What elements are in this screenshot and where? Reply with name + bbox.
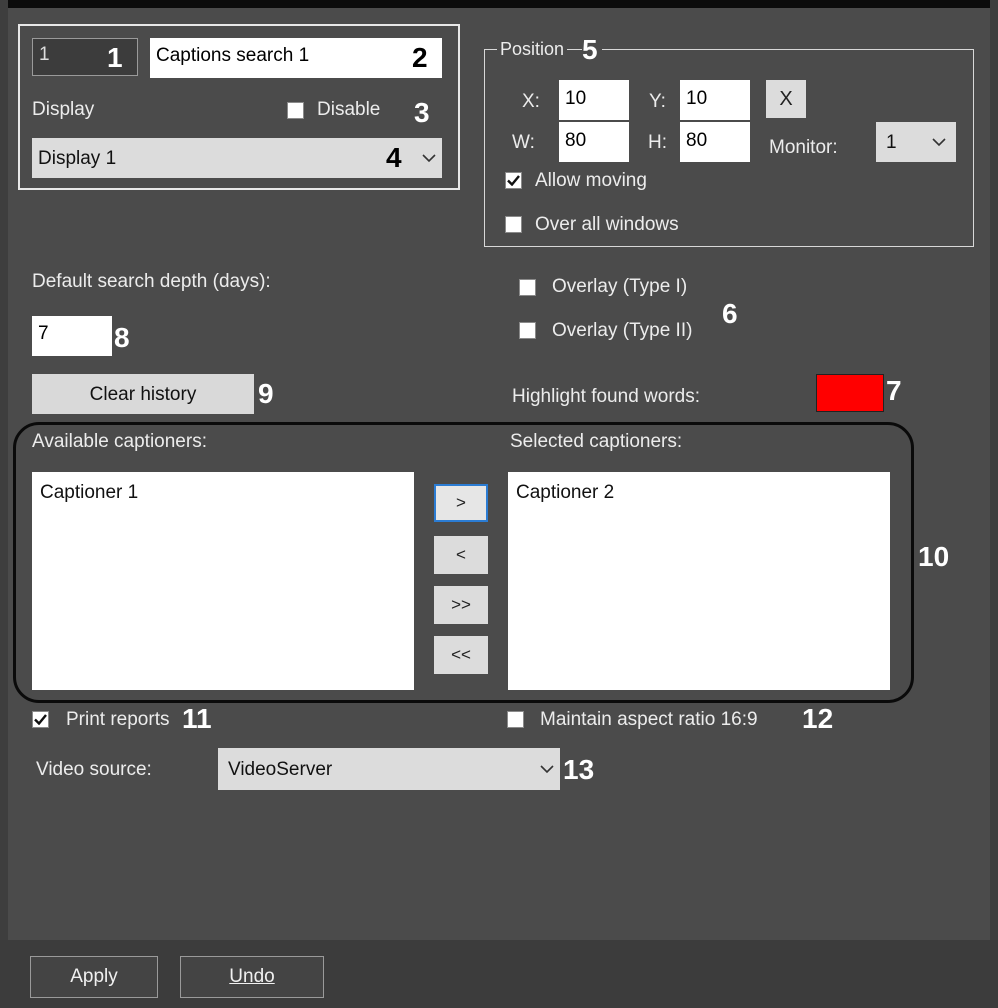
video-source-value: VideoServer — [228, 759, 333, 780]
selected-captioners-list[interactable]: Captioner 2 — [508, 472, 890, 690]
undo-label: Undo — [229, 966, 275, 987]
overlay-type1-label: Overlay (Type I) — [552, 276, 688, 297]
x-label: X: — [522, 91, 540, 112]
overlay-type2-checkbox[interactable] — [519, 322, 536, 339]
chevron-down-icon — [418, 138, 440, 178]
callout-10: 10 — [918, 541, 950, 572]
search-depth-field[interactable]: 7 — [32, 316, 112, 356]
move-right-label: > — [456, 493, 466, 512]
name-value: Captions search 1 — [156, 45, 310, 66]
list-item[interactable]: Captioner 2 — [516, 482, 882, 504]
apply-button[interactable]: Apply — [30, 956, 158, 998]
callout-13: 13 — [563, 754, 595, 785]
disable-label: Disable — [317, 99, 381, 120]
move-all-left-button[interactable]: << — [434, 636, 488, 674]
video-source-select[interactable]: VideoServer — [218, 748, 560, 790]
callout-3: 3 — [414, 97, 430, 128]
move-left-label: < — [456, 545, 466, 564]
h-field[interactable]: 80 — [680, 122, 750, 162]
w-field[interactable]: 80 — [559, 122, 629, 162]
move-left-button[interactable]: < — [434, 536, 488, 574]
highlight-color-swatch[interactable] — [816, 374, 884, 412]
h-value: 80 — [686, 130, 708, 151]
available-captioners-list[interactable]: Captioner 1 — [32, 472, 414, 690]
y-label: Y: — [649, 91, 666, 112]
disable-checkbox[interactable] — [287, 102, 304, 119]
highlight-label: Highlight found words: — [512, 386, 700, 407]
video-source-label: Video source: — [36, 759, 152, 780]
callout-4: 4 — [386, 142, 402, 173]
move-all-left-label: << — [451, 645, 471, 664]
reset-position-button[interactable]: X — [766, 80, 806, 118]
callout-1: 1 — [107, 42, 123, 73]
allow-moving-label: Allow moving — [535, 170, 647, 191]
monitor-select-value: 1 — [886, 132, 897, 153]
clear-history-label: Clear history — [89, 383, 197, 405]
h-label: H: — [648, 132, 667, 153]
x-field[interactable]: 10 — [559, 80, 629, 120]
apply-label: Apply — [70, 966, 118, 987]
monitor-select[interactable]: 1 — [876, 122, 956, 162]
callout-8: 8 — [114, 322, 130, 353]
w-value: 80 — [565, 130, 587, 151]
callout-6: 6 — [722, 298, 738, 329]
maintain-aspect-checkbox[interactable] — [507, 711, 524, 728]
y-value: 10 — [686, 88, 708, 109]
checkmark-icon — [507, 175, 520, 186]
callout-9: 9 — [258, 378, 274, 409]
display-select[interactable]: Display 1 — [32, 138, 442, 178]
overlay-type1-checkbox[interactable] — [519, 279, 536, 296]
checkmark-icon — [34, 714, 47, 725]
list-item[interactable]: Captioner 1 — [40, 482, 406, 504]
chevron-down-icon — [536, 748, 558, 790]
search-depth-label: Default search depth (days): — [32, 271, 271, 292]
position-legend: Position — [497, 40, 568, 58]
callout-11: 11 — [182, 703, 212, 734]
chevron-down-icon — [928, 122, 950, 162]
callout-12: 12 — [802, 703, 834, 734]
undo-button[interactable]: Undo — [180, 956, 324, 998]
search-depth-value: 7 — [38, 323, 49, 344]
print-reports-label: Print reports — [66, 709, 170, 730]
over-all-windows-checkbox[interactable] — [505, 216, 522, 233]
close-icon: X — [779, 87, 793, 110]
maintain-aspect-label: Maintain aspect ratio 16:9 — [540, 709, 758, 730]
available-captioners-label: Available captioners: — [32, 431, 207, 452]
left-border — [0, 0, 8, 1008]
right-border — [990, 0, 998, 940]
top-border — [0, 0, 998, 8]
monitor-label: Monitor: — [769, 137, 838, 158]
y-field[interactable]: 10 — [680, 80, 750, 120]
print-reports-checkbox[interactable] — [32, 711, 49, 728]
move-right-button[interactable]: > — [434, 484, 488, 522]
callout-2: 2 — [412, 42, 428, 73]
id-value: 1 — [39, 44, 50, 65]
overlay-type2-label: Overlay (Type II) — [552, 320, 693, 341]
display-select-value: Display 1 — [38, 148, 117, 169]
x-value: 10 — [565, 88, 587, 109]
selected-captioners-label: Selected captioners: — [510, 431, 683, 452]
over-all-windows-label: Over all windows — [535, 214, 679, 235]
callout-7: 7 — [886, 375, 902, 406]
callout-5: 5 — [582, 36, 602, 64]
clear-history-button[interactable]: Clear history — [32, 374, 254, 414]
w-label: W: — [512, 132, 535, 153]
move-all-right-button[interactable]: >> — [434, 586, 488, 624]
display-label: Display — [32, 99, 95, 120]
allow-moving-checkbox[interactable] — [505, 172, 522, 189]
name-field[interactable]: Captions search 1 — [150, 38, 442, 78]
move-all-right-label: >> — [451, 595, 471, 614]
